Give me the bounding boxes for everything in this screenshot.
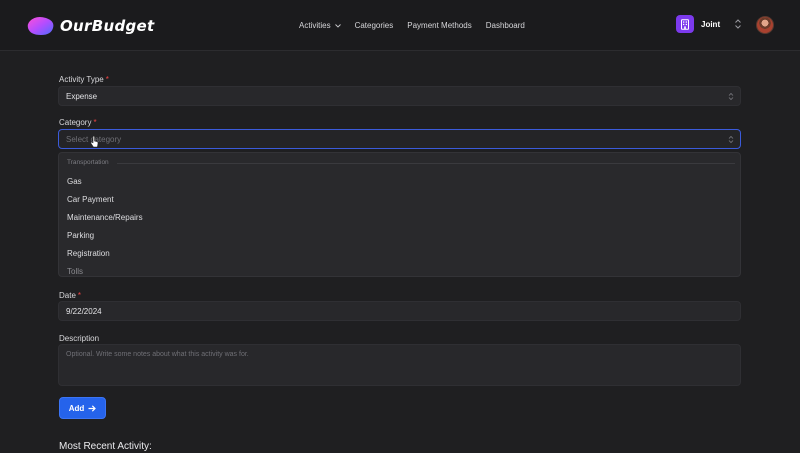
description-textarea[interactable]: Optional. Write some notes about what th… [58,344,741,386]
team-switcher[interactable]: Joint [676,15,720,33]
chevron-up-down-icon [728,135,734,144]
building-icon [681,18,689,30]
label-text: Category [59,118,92,127]
date-label: Date * [59,291,81,300]
required-marker: * [77,291,82,300]
dropdown-option[interactable]: Maintenance/Repairs [67,213,143,222]
divider [117,163,735,164]
nav-item-categories[interactable]: Categories [355,21,394,30]
nav-item-label: Activities [299,21,331,30]
top-navbar: OurBudget Activities Categories Payment … [0,0,800,51]
dropdown-option[interactable]: Gas [67,177,82,186]
activity-type-select[interactable]: Expense [58,86,741,106]
category-select[interactable]: Select category [58,129,741,149]
mouse-cursor-icon [90,136,99,148]
section-heading-recent-activity: Most Recent Activity: [59,441,152,452]
date-input[interactable]: 9/22/2024 [58,301,741,321]
activity-type-label: Activity Type * [59,75,109,84]
nav-item-dashboard[interactable]: Dashboard [486,21,525,30]
description-label: Description [59,334,99,343]
required-marker: * [93,118,97,127]
dropdown-option[interactable]: Car Payment [67,195,114,204]
arrow-right-icon [88,404,97,412]
nav-item-label: Payment Methods [407,21,472,30]
category-dropdown: Transportation Gas Car Payment Maintenan… [58,152,741,277]
date-value: 9/22/2024 [66,306,102,316]
avatar[interactable] [756,16,774,34]
dropdown-option[interactable]: Registration [67,249,110,258]
main-nav: Activities Categories Payment Methods Da… [299,21,539,30]
category-label: Category * [59,118,97,127]
dropdown-option[interactable]: Tolls [67,267,83,276]
textarea-placeholder: Optional. Write some notes about what th… [66,351,249,358]
nav-item-label: Categories [354,21,394,30]
app-name: OurBudget [60,17,155,35]
app-logo[interactable]: OurBudget [26,15,154,37]
nav-item-activities[interactable]: Activities [299,21,341,30]
add-button[interactable]: Add [59,397,106,419]
option-group-label: Transportation [67,159,109,166]
dropdown-option[interactable]: Parking [67,231,94,240]
select-value: Expense [66,91,98,101]
team-badge [676,15,694,33]
label-text: Activity Type [59,75,104,84]
team-name: Joint [701,19,721,29]
logo-icon [27,17,54,35]
label-text: Description [59,334,100,343]
nav-item-label: Dashboard [485,21,525,30]
label-text: Date [59,291,76,300]
chevron-down-icon [334,23,341,28]
required-marker: * [105,75,109,84]
chevron-up-down-icon [728,92,734,101]
nav-item-payment-methods[interactable]: Payment Methods [407,21,471,30]
button-label: Add [68,403,85,413]
chevron-up-down-icon[interactable] [734,18,742,30]
